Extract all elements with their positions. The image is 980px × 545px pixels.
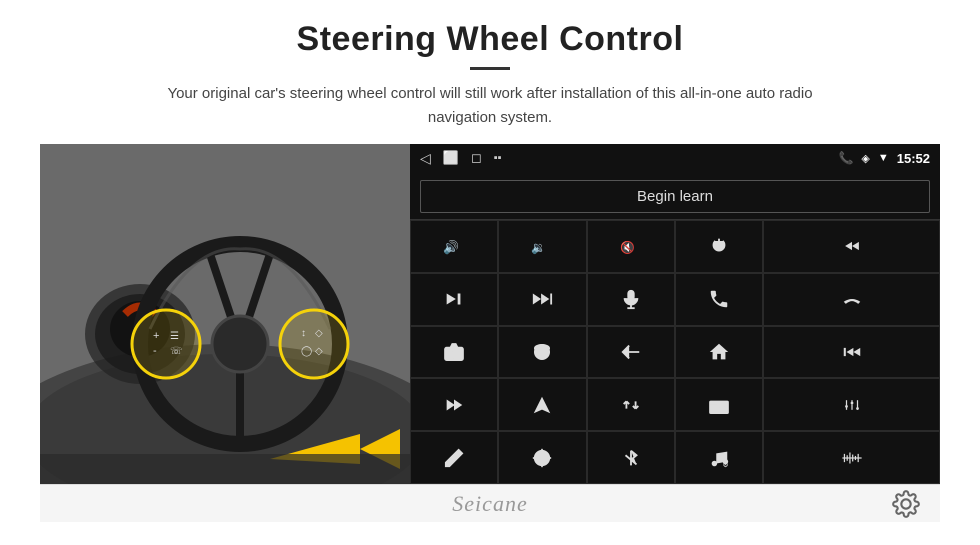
hang-up-button[interactable]	[763, 273, 940, 326]
mic-button[interactable]	[587, 273, 675, 326]
title-section: Steering Wheel Control Your original car…	[40, 20, 940, 130]
svg-text:◯: ◯	[301, 346, 312, 357]
svg-text:↕: ↕	[301, 328, 306, 339]
back-button[interactable]	[587, 326, 675, 379]
swap-button[interactable]	[587, 378, 675, 431]
bottom-bar: Seicane	[40, 484, 940, 522]
recents-nav-icon[interactable]: ◻	[471, 150, 482, 166]
page-wrapper: Steering Wheel Control Your original car…	[0, 0, 980, 532]
eq-button[interactable]	[763, 378, 940, 431]
location-status-icon: ◈	[861, 152, 869, 165]
svg-text:☏: ☏	[170, 346, 183, 357]
prev-track-button[interactable]	[763, 220, 940, 273]
controls-grid: 🔊 🔉 🔇	[410, 219, 940, 484]
svg-text:🔉: 🔉	[531, 241, 546, 255]
settings-gear-icon[interactable]	[892, 490, 920, 518]
vol-down-button[interactable]: 🔉	[498, 220, 586, 273]
camera-360-button[interactable]: 360°	[498, 326, 586, 379]
music-settings-button[interactable]: ⚙	[675, 431, 763, 484]
back-nav-icon[interactable]: ◁	[420, 150, 431, 167]
phone-button[interactable]	[675, 273, 763, 326]
begin-learn-row: Begin learn	[410, 172, 940, 219]
svg-text:+: +	[153, 330, 159, 342]
vol-up-button[interactable]: 🔊	[410, 220, 498, 273]
camera-button[interactable]	[410, 326, 498, 379]
skip-forward-button[interactable]	[498, 273, 586, 326]
signal-bars-icon: ▪▪	[494, 152, 502, 164]
waveform-button[interactable]	[763, 431, 940, 484]
svg-text:◇: ◇	[315, 328, 323, 339]
content-row: + - ☰ ☏ ↕ ◇ ◯ ◇	[40, 144, 940, 484]
svg-text:-: -	[153, 345, 157, 357]
phone-status-icon: 📞	[838, 151, 853, 165]
wifi-status-icon: ▼	[878, 152, 889, 164]
pen-button[interactable]	[410, 431, 498, 484]
begin-learn-button[interactable]: Begin learn	[420, 180, 930, 213]
fast-forward-button[interactable]	[410, 378, 498, 431]
page-title: Steering Wheel Control	[40, 20, 940, 59]
android-screen: ◁ ⬜ ◻ ▪▪ 📞 ◈ ▼ 15:52 Begin learn	[410, 144, 940, 484]
car-illustration: + - ☰ ☏ ↕ ◇ ◯ ◇	[40, 144, 410, 484]
svg-text:⚙: ⚙	[723, 462, 729, 469]
svg-text:360°: 360°	[539, 353, 549, 358]
home-nav-icon[interactable]: ⬜	[443, 150, 459, 166]
car-image: + - ☰ ☏ ↕ ◇ ◯ ◇	[40, 144, 410, 484]
svg-text:🔇: 🔇	[620, 241, 635, 255]
radio-button[interactable]	[675, 378, 763, 431]
title-divider	[470, 67, 510, 70]
skip-back-button[interactable]	[763, 326, 940, 379]
home-button[interactable]	[675, 326, 763, 379]
seicane-logo: Seicane	[452, 491, 527, 517]
status-left: ◁ ⬜ ◻ ▪▪	[420, 150, 502, 167]
svg-text:🔊: 🔊	[443, 239, 459, 256]
target-button[interactable]	[498, 431, 586, 484]
navigation-button[interactable]	[498, 378, 586, 431]
svg-text:☰: ☰	[170, 331, 179, 342]
svg-text:◇: ◇	[315, 346, 323, 357]
power-button[interactable]	[675, 220, 763, 273]
bluetooth-button[interactable]	[587, 431, 675, 484]
next-single-button[interactable]	[410, 273, 498, 326]
status-right: 📞 ◈ ▼ 15:52	[838, 151, 930, 166]
page-subtitle: Your original car's steering wheel contr…	[140, 82, 840, 130]
gear-icon-wrap	[528, 490, 920, 518]
status-bar: ◁ ⬜ ◻ ▪▪ 📞 ◈ ▼ 15:52	[410, 144, 940, 172]
status-time: 15:52	[897, 151, 930, 166]
mute-button[interactable]: 🔇	[587, 220, 675, 273]
